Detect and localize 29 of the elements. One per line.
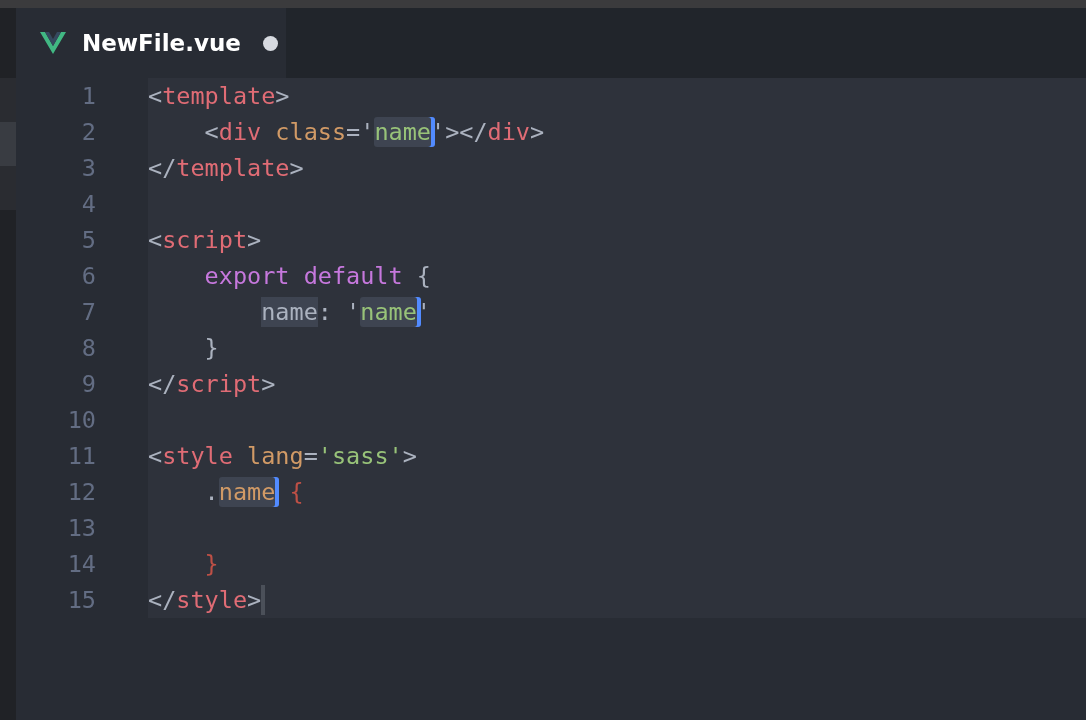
line-number: 6 [80, 261, 97, 292]
code-line: </script> [148, 369, 277, 400]
line-number: 13 [66, 513, 97, 544]
code-line: <template> [148, 81, 291, 112]
code-line: } [203, 333, 220, 364]
code-line: <style lang='sass'> [148, 441, 418, 472]
tab-title: NewFile.vue [82, 28, 241, 58]
line-number: 14 [66, 549, 97, 580]
code-line: name: 'name' [148, 294, 1086, 330]
code-line: export default { [203, 261, 432, 292]
line-number: 3 [80, 153, 97, 184]
code-line: </template> [148, 153, 305, 184]
line-number: 9 [80, 369, 97, 400]
line-number: 7 [80, 297, 97, 328]
line-number: 5 [80, 225, 97, 256]
code-line: <script> [148, 225, 263, 256]
line-number: 15 [66, 585, 97, 616]
code-line: </style> [148, 582, 1086, 618]
code-line: <div class='name'></div> [203, 116, 546, 149]
v-logo-icon [40, 32, 66, 54]
line-number: 11 [66, 441, 97, 472]
line-number: 1 [80, 81, 97, 112]
line-number: 10 [66, 405, 97, 436]
line-number: 4 [80, 189, 97, 220]
line-number: 8 [80, 333, 97, 364]
file-tab[interactable]: NewFile.vue [16, 8, 286, 78]
line-number: 2 [80, 117, 97, 148]
line-number: 12 [66, 477, 97, 508]
code-line: } [203, 549, 220, 580]
